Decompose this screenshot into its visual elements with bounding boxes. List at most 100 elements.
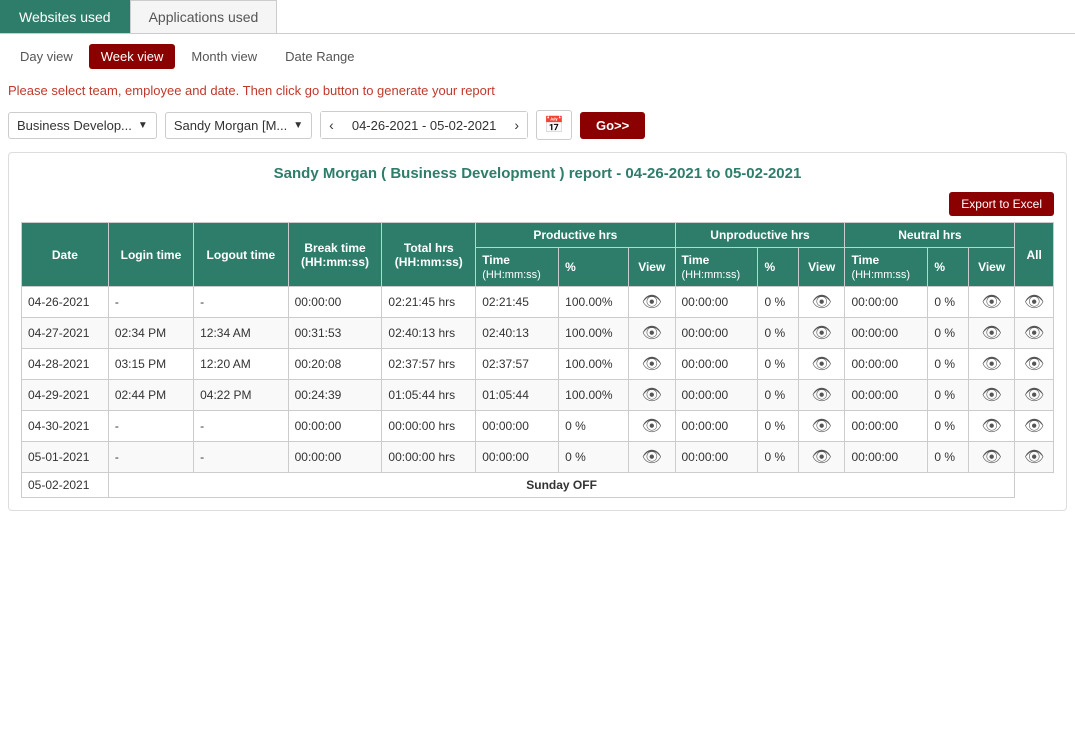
cell-unprod-view[interactable]: 👁 — [798, 380, 844, 411]
cell-prod-view[interactable]: 👁 — [629, 380, 675, 411]
cell-logout: 12:20 AM — [194, 349, 289, 380]
tab-applications[interactable]: Applications used — [130, 0, 278, 33]
cell-unprod-view[interactable]: 👁 — [798, 442, 844, 473]
eye-icon[interactable]: 👁 — [805, 292, 838, 312]
cell-total: 02:37:57 hrs — [382, 349, 476, 380]
cell-unprod-pct: 0 % — [758, 442, 799, 473]
view-day[interactable]: Day view — [8, 44, 85, 69]
prev-date-button[interactable]: ‹ — [321, 112, 342, 138]
tab-websites[interactable]: Websites used — [0, 0, 130, 33]
col-neutral-group: Neutral hrs — [845, 223, 1015, 248]
view-bar: Day view Week view Month view Date Range — [0, 34, 1075, 79]
cell-sunday-off: Sunday OFF — [108, 473, 1015, 498]
table-row: 05-02-2021 Sunday OFF — [22, 473, 1054, 498]
cell-unprod-pct: 0 % — [758, 287, 799, 318]
eye-icon[interactable]: 👁 — [975, 292, 1008, 312]
cell-unprod-view[interactable]: 👁 — [798, 318, 844, 349]
cell-prod-view[interactable]: 👁 — [629, 411, 675, 442]
eye-icon[interactable]: 👁 — [635, 385, 668, 405]
eye-icon[interactable]: 👁 — [975, 385, 1008, 405]
eye-icon[interactable]: 👁 — [805, 354, 838, 374]
next-date-button[interactable]: › — [506, 112, 527, 138]
eye-icon[interactable]: 👁 — [805, 323, 838, 343]
cell-date: 04-29-2021 — [22, 380, 109, 411]
eye-icon[interactable]: 👁 — [1021, 447, 1047, 467]
cell-unprod-time: 00:00:00 — [675, 349, 758, 380]
cell-prod-view[interactable]: 👁 — [629, 318, 675, 349]
eye-icon[interactable]: 👁 — [975, 323, 1008, 343]
go-button[interactable]: Go>> — [580, 112, 645, 139]
cell-neutral-time: 00:00:00 — [845, 349, 928, 380]
date-range-display: 04-26-2021 - 05-02-2021 — [342, 113, 507, 138]
eye-icon[interactable]: 👁 — [635, 447, 668, 467]
cell-prod-view[interactable]: 👁 — [629, 287, 675, 318]
cell-unprod-time: 00:00:00 — [675, 380, 758, 411]
col-login: Login time — [108, 223, 193, 287]
cell-all-view[interactable]: 👁 — [1015, 442, 1054, 473]
eye-icon[interactable]: 👁 — [975, 416, 1008, 436]
team-dropdown[interactable]: Business Develop... ▼ — [8, 112, 157, 139]
eye-icon[interactable]: 👁 — [635, 416, 668, 436]
cell-unprod-time: 00:00:00 — [675, 318, 758, 349]
eye-icon[interactable]: 👁 — [805, 447, 838, 467]
eye-icon[interactable]: 👁 — [1021, 385, 1047, 405]
cell-neutral-view[interactable]: 👁 — [968, 411, 1014, 442]
report-table: Date Login time Logout time Break time(H… — [21, 222, 1054, 498]
cell-break: 00:31:53 — [288, 318, 382, 349]
eye-icon[interactable]: 👁 — [1021, 416, 1047, 436]
eye-icon[interactable]: 👁 — [805, 416, 838, 436]
cell-neutral-view[interactable]: 👁 — [968, 442, 1014, 473]
eye-icon[interactable]: 👁 — [975, 354, 1008, 374]
cell-unprod-view[interactable]: 👁 — [798, 349, 844, 380]
cell-prod-view[interactable]: 👁 — [629, 349, 675, 380]
eye-icon[interactable]: 👁 — [805, 385, 838, 405]
cell-prod-pct: 0 % — [559, 411, 629, 442]
cell-unprod-pct: 0 % — [758, 411, 799, 442]
cell-neutral-time: 00:00:00 — [845, 287, 928, 318]
cell-all-view[interactable]: 👁 — [1015, 318, 1054, 349]
cell-all-view[interactable]: 👁 — [1015, 287, 1054, 318]
col-unprod-time: Time(HH:mm:ss) — [675, 248, 758, 287]
calendar-icon[interactable]: 📅 — [536, 110, 572, 140]
cell-logout: - — [194, 411, 289, 442]
cell-break: 00:24:39 — [288, 380, 382, 411]
view-month[interactable]: Month view — [179, 44, 269, 69]
cell-all-view[interactable]: 👁 — [1015, 380, 1054, 411]
cell-neutral-view[interactable]: 👁 — [968, 318, 1014, 349]
table-row: 04-26-2021 - - 00:00:00 02:21:45 hrs 02:… — [22, 287, 1054, 318]
cell-unprod-pct: 0 % — [758, 349, 799, 380]
eye-icon[interactable]: 👁 — [1021, 354, 1047, 374]
eye-icon[interactable]: 👁 — [635, 354, 668, 374]
col-neutral-view: View — [968, 248, 1014, 287]
cell-neutral-time: 00:00:00 — [845, 442, 928, 473]
cell-unprod-view[interactable]: 👁 — [798, 287, 844, 318]
cell-unprod-time: 00:00:00 — [675, 287, 758, 318]
table-row: 04-28-2021 03:15 PM 12:20 AM 00:20:08 02… — [22, 349, 1054, 380]
cell-unprod-pct: 0 % — [758, 380, 799, 411]
cell-prod-time: 00:00:00 — [476, 442, 559, 473]
eye-icon[interactable]: 👁 — [635, 323, 668, 343]
cell-prod-view[interactable]: 👁 — [629, 442, 675, 473]
cell-all-view[interactable]: 👁 — [1015, 349, 1054, 380]
employee-dropdown[interactable]: Sandy Morgan [M... ▼ — [165, 112, 312, 139]
view-week[interactable]: Week view — [89, 44, 176, 69]
col-unprod-pct: % — [758, 248, 799, 287]
cell-unprod-view[interactable]: 👁 — [798, 411, 844, 442]
eye-icon[interactable]: 👁 — [1021, 323, 1047, 343]
cell-prod-time: 02:21:45 — [476, 287, 559, 318]
eye-icon[interactable]: 👁 — [1021, 292, 1047, 312]
cell-neutral-pct: 0 % — [928, 287, 969, 318]
export-excel-button[interactable]: Export to Excel — [949, 192, 1054, 216]
report-title: Sandy Morgan ( Business Development ) re… — [21, 165, 1054, 182]
cell-break: 00:00:00 — [288, 411, 382, 442]
cell-neutral-view[interactable]: 👁 — [968, 287, 1014, 318]
view-daterange[interactable]: Date Range — [273, 44, 366, 69]
cell-total: 02:21:45 hrs — [382, 287, 476, 318]
eye-icon[interactable]: 👁 — [975, 447, 1008, 467]
cell-neutral-pct: 0 % — [928, 318, 969, 349]
cell-neutral-view[interactable]: 👁 — [968, 380, 1014, 411]
cell-all-view[interactable]: 👁 — [1015, 411, 1054, 442]
cell-unprod-time: 00:00:00 — [675, 442, 758, 473]
eye-icon[interactable]: 👁 — [635, 292, 668, 312]
cell-neutral-view[interactable]: 👁 — [968, 349, 1014, 380]
